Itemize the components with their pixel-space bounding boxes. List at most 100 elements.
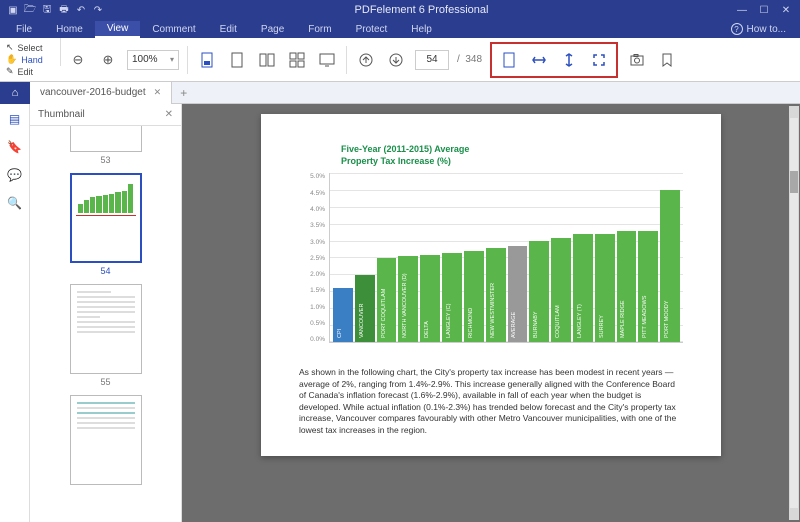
chart-bar: DELTA (420, 255, 440, 343)
close-tab-icon[interactable]: ✕ (154, 87, 162, 98)
workspace: ▤ 🔖 💬 🔍 Thumbnail ✕ 53 54 (0, 104, 800, 522)
vertical-scrollbar[interactable] (789, 106, 799, 520)
chart-bar: AVERAGE (508, 246, 528, 342)
menu-form[interactable]: Form (296, 22, 343, 37)
zoom-in-button[interactable]: ⊕ (97, 49, 119, 71)
page-preview (72, 175, 140, 261)
document-tab[interactable]: vancouver-2016-budget ✕ (30, 82, 172, 104)
fit-page-icon[interactable] (588, 49, 610, 71)
single-page-icon[interactable] (196, 49, 218, 71)
thumbnail-list: 53 54 55 (30, 126, 181, 522)
document-page: Five-Year (2011-2015) Average Property T… (261, 114, 721, 456)
zoom-out-button[interactable]: ⊖ (67, 49, 89, 71)
redo-icon[interactable]: ↷ (91, 3, 105, 17)
thumbnail-53[interactable]: 53 (70, 126, 142, 165)
app-logo-icon: ▣ (6, 3, 20, 17)
page-preview (71, 396, 141, 484)
continuous-facing-icon[interactable] (286, 49, 308, 71)
fullscreen-icon[interactable] (316, 49, 338, 71)
main-tools: ⊖ ⊕ 100% ▾ 54 / 348 (61, 38, 800, 81)
quick-access-toolbar: ▣ 🗁 🖫 🖶 ↶ ↷ (0, 3, 111, 17)
add-tab-button[interactable]: + (172, 86, 195, 100)
thumbnail-55[interactable]: 55 (70, 284, 142, 387)
hand-icon: ✋ (6, 54, 17, 65)
menu-home[interactable]: Home (44, 22, 95, 37)
chart-bar: SURREY (595, 234, 615, 342)
document-viewport[interactable]: Five-Year (2011-2015) Average Property T… (182, 104, 800, 522)
bookmark-icon[interactable] (656, 49, 678, 71)
view-toolbar: ↖Select ✋Hand ✎Edit ⊖ ⊕ 100% ▾ (0, 38, 800, 82)
body-paragraph: As shown in the following chart, the Cit… (299, 367, 683, 436)
snapshot-icon[interactable] (626, 49, 648, 71)
title-bar: ▣ 🗁 🖫 🖶 ↶ ↷ PDFelement 6 Professional — … (0, 0, 800, 20)
fit-height-icon[interactable] (558, 49, 580, 71)
page-number-input[interactable]: 54 (415, 50, 449, 70)
maximize-button[interactable]: ☐ (754, 3, 774, 17)
chart-bar: PORT MOODY (660, 190, 680, 342)
menu-page[interactable]: Page (249, 22, 296, 37)
window-controls: — ☐ ✕ (732, 3, 800, 17)
fit-tools-highlight (490, 42, 618, 78)
minimize-button[interactable]: — (732, 3, 752, 17)
side-strip: ▤ 🔖 💬 🔍 (0, 104, 30, 522)
home-tab[interactable]: ⌂ (0, 82, 30, 104)
menu-bar: File Home View Comment Edit Page Form Pr… (0, 20, 800, 38)
thumbnail-panel: Thumbnail ✕ 53 54 55 (30, 104, 182, 522)
fit-width-icon[interactable] (528, 49, 550, 71)
close-panel-icon[interactable]: ✕ (165, 109, 173, 120)
chart-bar: NEW WESTMINSTER (486, 248, 506, 343)
next-page-button[interactable] (385, 49, 407, 71)
edit-icon: ✎ (6, 66, 14, 77)
thumbnail-header: Thumbnail ✕ (30, 104, 181, 126)
help-icon: ? (731, 23, 743, 35)
separator (346, 46, 347, 74)
thumbnail-56[interactable] (70, 395, 142, 485)
close-button[interactable]: ✕ (776, 3, 796, 17)
comment-panel-icon[interactable]: 💬 (7, 168, 22, 182)
chevron-down-icon: ▾ (170, 55, 174, 64)
print-icon[interactable]: 🖶 (57, 3, 71, 17)
page-preview (71, 126, 141, 151)
search-panel-icon[interactable]: 🔍 (7, 196, 22, 210)
select-tool[interactable]: ↖Select (6, 42, 60, 53)
chart-bar: MAPLE RIDGE (617, 231, 637, 343)
menu-comment[interactable]: Comment (140, 22, 207, 37)
bar-chart: 5.0%4.5%4.0%3.5%3.0%2.5%2.0%1.5%1.0%0.5%… (299, 173, 683, 343)
menu-edit[interactable]: Edit (208, 22, 249, 37)
hand-tool[interactable]: ✋Hand (6, 54, 60, 65)
bookmark-panel-icon[interactable]: 🔖 (7, 140, 22, 154)
actual-size-icon[interactable] (498, 49, 520, 71)
facing-page-icon[interactable] (256, 49, 278, 71)
how-to-link[interactable]: ? How to... (731, 23, 786, 35)
tab-label: vancouver-2016-budget (40, 87, 146, 98)
chart-bar: BURNABY (529, 241, 549, 342)
document-tabs: ⌂ vancouver-2016-budget ✕ + (0, 82, 800, 104)
open-icon[interactable]: 🗁 (23, 3, 37, 17)
chart-y-axis: 5.0%4.5%4.0%3.5%3.0%2.5%2.0%1.5%1.0%0.5%… (299, 173, 329, 343)
menu-protect[interactable]: Protect (344, 22, 400, 37)
chart-plot: CPIVANCOUVERPORT COQUITLAMNORTH VANCOUVE… (329, 173, 683, 343)
chart-bar: LANGLEY (T) (573, 234, 593, 342)
thumbnail-title: Thumbnail (38, 109, 85, 120)
save-icon[interactable]: 🖫 (40, 3, 54, 17)
cursor-icon: ↖ (6, 42, 14, 53)
undo-icon[interactable]: ↶ (74, 3, 88, 17)
edit-tool[interactable]: ✎Edit (6, 66, 60, 77)
zoom-level-select[interactable]: 100% ▾ (127, 50, 179, 70)
chart-bar: LANGLEY (C) (442, 253, 462, 343)
continuous-page-icon[interactable] (226, 49, 248, 71)
prev-page-button[interactable] (355, 49, 377, 71)
chart-bar: CPI (333, 288, 353, 342)
app-title: PDFelement 6 Professional (111, 4, 732, 16)
chart-title: Five-Year (2011-2015) Average Property T… (341, 144, 683, 167)
chart-bar: VANCOUVER (355, 275, 375, 343)
thumbnail-panel-icon[interactable]: ▤ (9, 112, 20, 126)
menu-help[interactable]: Help (399, 22, 444, 37)
menu-view[interactable]: View (95, 21, 141, 38)
page-total: / 348 (457, 54, 482, 65)
scroll-handle[interactable] (790, 171, 798, 193)
pointer-tools: ↖Select ✋Hand ✎Edit (0, 38, 60, 81)
menu-file[interactable]: File (4, 22, 44, 37)
chart-bar: PITT MEADOWS (638, 231, 658, 343)
thumbnail-54[interactable]: 54 (70, 173, 142, 276)
